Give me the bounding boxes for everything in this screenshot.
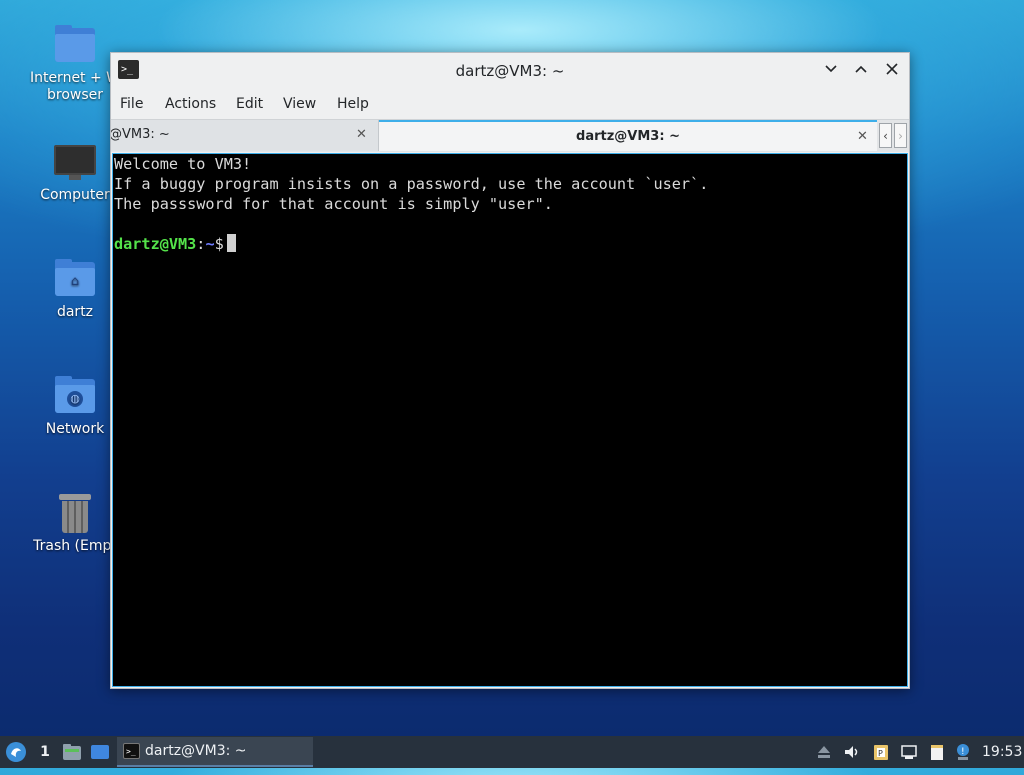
workspace-switcher[interactable]: 1 (36, 736, 54, 768)
trash-icon (54, 492, 96, 534)
close-icon (886, 63, 898, 75)
network-icon[interactable] (900, 743, 918, 761)
terminal-prompt: dartz@VM3:~$ (114, 234, 907, 254)
close-button[interactable] (882, 61, 902, 81)
tab-active[interactable]: dartz@VM3: ~ ✕ (379, 120, 877, 151)
svg-text:P: P (878, 749, 883, 758)
monitor-icon (54, 141, 96, 183)
tab-label: dartz@VM3: ~ (576, 129, 680, 144)
tab-inactive[interactable]: @VM3: ~ ✕ (111, 120, 379, 151)
terminal-line: If a buggy program insists on a password… (114, 175, 709, 193)
tab-close-button[interactable]: ✕ (356, 120, 367, 150)
menu-actions[interactable]: Actions (165, 96, 216, 112)
clock[interactable]: 19:53 (982, 736, 1022, 768)
terminal-window: >_ dartz@VM3: ~ File Actions Edit View H… (110, 52, 910, 689)
taskbar-task-terminal[interactable]: >_ dartz@VM3: ~ (117, 737, 313, 767)
chevron-down-icon (825, 65, 837, 73)
minimize-button[interactable] (821, 61, 841, 81)
folder-icon (54, 24, 96, 66)
app-menu-icon (6, 742, 26, 762)
tab-close-button[interactable]: ✕ (857, 122, 868, 151)
maximize-button[interactable] (851, 61, 871, 81)
desktop-icon (91, 745, 109, 759)
file-manager-launcher[interactable] (62, 736, 84, 768)
title-bar[interactable]: >_ dartz@VM3: ~ (111, 53, 909, 89)
tab-scroll-right-button[interactable]: › (894, 123, 907, 148)
prompt-path: ~ (205, 235, 215, 253)
show-desktop-button[interactable] (90, 736, 112, 768)
terminal-line: The passsword for that account is simply… (114, 195, 553, 213)
notes-icon[interactable] (928, 743, 946, 761)
tab-scroll-left-button[interactable]: ‹ (879, 123, 892, 148)
taskbar: 1 >_ dartz@VM3: ~ P ! 19:53 (0, 736, 1024, 768)
network-folder-icon: ◍ (54, 375, 96, 417)
terminal-app-icon: >_ (123, 743, 140, 759)
prompt-user: dartz@VM3 (114, 235, 197, 253)
updates-icon[interactable]: ! (954, 743, 972, 761)
svg-text:!: ! (961, 747, 965, 757)
text-cursor (226, 234, 236, 252)
menu-file[interactable]: File (120, 96, 143, 112)
taskbar-task-label: dartz@VM3: ~ (145, 743, 247, 759)
tab-bar: @VM3: ~ ✕ dartz@VM3: ~ ✕ ‹ › (111, 119, 909, 152)
window-title: dartz@VM3: ~ (455, 62, 565, 80)
home-folder-icon: ⌂ (54, 258, 96, 300)
tab-label: @VM3: ~ (111, 127, 170, 142)
terminal-output[interactable]: Welcome to VM3! If a buggy program insis… (112, 153, 908, 687)
chevron-up-icon (855, 65, 867, 73)
menu-help[interactable]: Help (337, 96, 369, 112)
prompt-symbol: $ (214, 235, 224, 253)
terminal-line: Welcome to VM3! (114, 155, 252, 173)
start-menu-button[interactable] (5, 736, 27, 768)
menu-view[interactable]: View (283, 96, 316, 112)
menu-edit[interactable]: Edit (236, 96, 263, 112)
menu-bar: File Actions Edit View Help (111, 91, 909, 119)
volume-icon[interactable] (843, 743, 861, 761)
file-manager-icon (63, 744, 81, 760)
eject-icon[interactable] (815, 743, 833, 761)
clipboard-icon[interactable]: P (872, 743, 890, 761)
